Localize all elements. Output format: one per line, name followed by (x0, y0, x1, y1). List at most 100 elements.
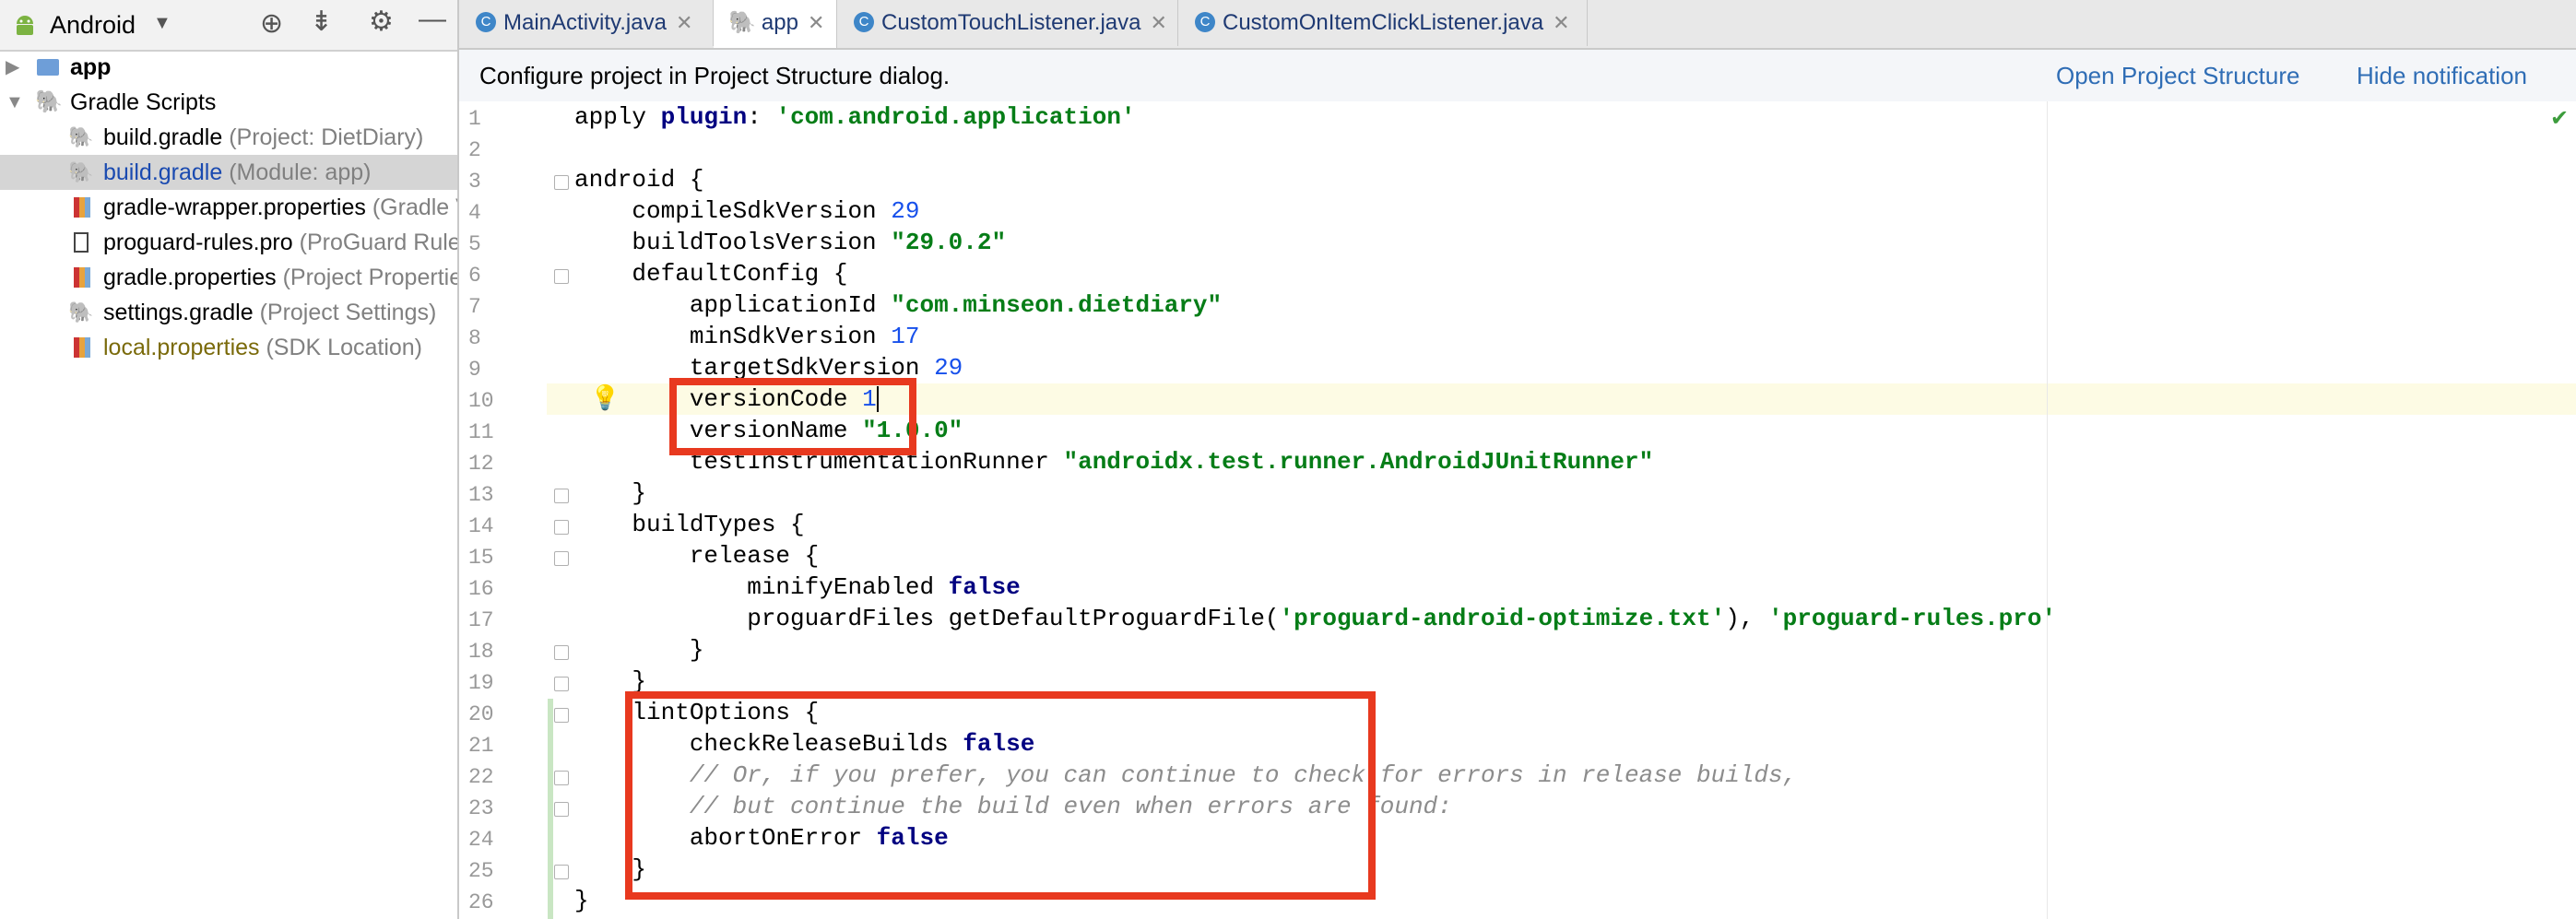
line-number: 20 (468, 702, 494, 726)
minimize-icon[interactable]: — (419, 4, 446, 35)
project-panel-header: Android ▼ ⊕ ⇟ ⚙ — (0, 0, 457, 52)
tree-item-settings-gradle[interactable]: 🐘 settings.gradle (Project Settings) (0, 295, 457, 330)
code-line-26: } (574, 887, 589, 914)
tab-mainactivity[interactable]: C MainActivity.java ✕ (459, 0, 714, 46)
tree-item-gradle-wrapper[interactable]: gradle-wrapper.properties (Gradle Versio… (0, 190, 457, 225)
fold-marker[interactable] (554, 677, 569, 691)
view-selector[interactable]: Android (50, 9, 136, 41)
close-icon[interactable]: ✕ (1150, 11, 1166, 34)
code-line-8: minSdkVersion 17 (574, 323, 920, 350)
tab-customtouchlistener[interactable]: C CustomTouchListener.java ✕ (837, 0, 1178, 46)
hide-notification-link[interactable]: Hide notification (2357, 50, 2527, 101)
fold-marker[interactable] (554, 551, 569, 566)
gear-icon[interactable]: ⚙ (369, 6, 394, 38)
close-icon[interactable]: ✕ (808, 11, 824, 34)
android-icon (13, 13, 37, 41)
fold-marker[interactable] (554, 175, 569, 190)
code-line-18: } (574, 636, 704, 664)
locate-icon[interactable]: ⊕ (260, 7, 283, 40)
line-number: 12 (468, 452, 494, 476)
line-number: 19 (468, 671, 494, 695)
highlight-box-lint-options (625, 691, 1376, 900)
code-editor[interactable]: 1 2 3 4 5 6 7 8 9 10 11 12 13 14 15 16 1… (459, 101, 2576, 919)
folder-icon (37, 59, 59, 76)
line-number: 17 (468, 608, 494, 632)
notification-text: Configure project in Project Structure d… (479, 62, 951, 89)
close-icon[interactable]: ✕ (676, 11, 692, 34)
code-line-7: applicationId "com.minseon.dietdiary" (574, 291, 1223, 319)
fold-marker[interactable] (554, 865, 569, 879)
project-panel: Android ▼ ⊕ ⇟ ⚙ — ▶ app ▼ 🐘 Gradle Scrip… (0, 0, 459, 919)
line-number: 7 (468, 295, 481, 319)
properties-icon (74, 337, 90, 358)
code-line-16: minifyEnabled false (574, 573, 1021, 601)
fold-marker[interactable] (554, 708, 569, 723)
file-icon (74, 232, 89, 253)
fold-marker[interactable] (554, 520, 569, 535)
line-number: 22 (468, 765, 494, 789)
line-number: 8 (468, 326, 481, 350)
tree-item-build-gradle-module[interactable]: 🐘 build.gradle (Module: app) (0, 155, 457, 190)
tab-app[interactable]: 🐘 app ✕ (714, 0, 837, 48)
close-icon[interactable]: ✕ (1553, 11, 1569, 34)
class-icon: C (854, 11, 874, 32)
line-number: 18 (468, 640, 494, 664)
line-number: 13 (468, 483, 494, 507)
tree-item-build-gradle-project[interactable]: 🐘 build.gradle (Project: DietDiary) (0, 120, 457, 155)
code-line-15: release { (574, 542, 820, 570)
line-number: 1 (468, 107, 481, 131)
line-number: 21 (468, 734, 494, 758)
line-number: 11 (468, 420, 494, 444)
line-number: 25 (468, 859, 494, 883)
open-project-structure-link[interactable]: Open Project Structure (2056, 50, 2299, 101)
change-marker (548, 699, 553, 919)
gradle-icon: 🐘 (68, 300, 94, 324)
notification-bar: Configure project in Project Structure d… (459, 50, 2576, 102)
class-icon: C (1195, 11, 1215, 32)
expand-arrow-icon[interactable]: ▶ (6, 50, 19, 85)
line-number: 3 (468, 170, 481, 194)
fold-marker[interactable] (554, 771, 569, 785)
code-line-6: defaultConfig { (574, 260, 848, 288)
editor-tabs: C MainActivity.java ✕ 🐘 app ✕ C CustomTouchLi… (459, 0, 2576, 50)
line-number: 23 (468, 796, 494, 820)
fold-marker[interactable] (554, 802, 569, 817)
properties-icon (74, 267, 90, 288)
chevron-down-icon[interactable]: ▼ (153, 13, 171, 34)
tree-item-local-properties[interactable]: local.properties (SDK Location) (0, 330, 457, 365)
gradle-icon: 🐘 (35, 89, 63, 114)
right-margin-guide (2047, 101, 2048, 919)
gradle-icon: 🐘 (68, 125, 94, 148)
line-number: 9 (468, 358, 481, 382)
class-icon: C (476, 11, 496, 32)
tree-item-app[interactable]: ▶ app (0, 50, 457, 85)
highlight-box-version (669, 378, 916, 455)
line-number: 26 (468, 890, 494, 914)
code-line-17: proguardFiles getDefaultProguardFile('pr… (574, 605, 2057, 632)
line-number: 10 (468, 389, 494, 413)
collapse-all-icon[interactable]: ⇟ (310, 6, 333, 38)
fold-marker[interactable] (554, 269, 569, 284)
collapse-arrow-icon[interactable]: ▼ (6, 85, 24, 120)
tree-item-gradle-scripts[interactable]: ▼ 🐘 Gradle Scripts (0, 85, 457, 120)
tab-customonitemclicklistener[interactable]: C CustomOnItemClickListener.java ✕ (1178, 0, 1588, 46)
tree-item-gradle-properties[interactable]: gradle.properties (Project Properties) (0, 260, 457, 295)
tree-item-proguard-rules[interactable]: proguard-rules.pro (ProGuard Rules for a… (0, 225, 457, 260)
gradle-icon: 🐘 (68, 160, 94, 183)
fold-marker[interactable] (554, 489, 569, 503)
line-number: 6 (468, 264, 481, 288)
line-number: 24 (468, 828, 494, 852)
gradle-icon: 🐘 (728, 10, 756, 35)
line-number: 2 (468, 138, 481, 162)
properties-icon (74, 197, 90, 218)
fold-marker[interactable] (554, 645, 569, 660)
code-line-1: apply plugin: 'com.android.application' (574, 103, 1136, 131)
code-line-13: } (574, 479, 647, 507)
line-number: 15 (468, 546, 494, 570)
code-line-14: buildTypes { (574, 511, 805, 538)
code-line-5: buildToolsVersion "29.0.2" (574, 229, 1007, 256)
line-number: 4 (468, 201, 481, 225)
code-line-4: compileSdkVersion 29 (574, 197, 920, 225)
line-number: 5 (468, 232, 481, 256)
code-line-3: android { (574, 166, 704, 194)
